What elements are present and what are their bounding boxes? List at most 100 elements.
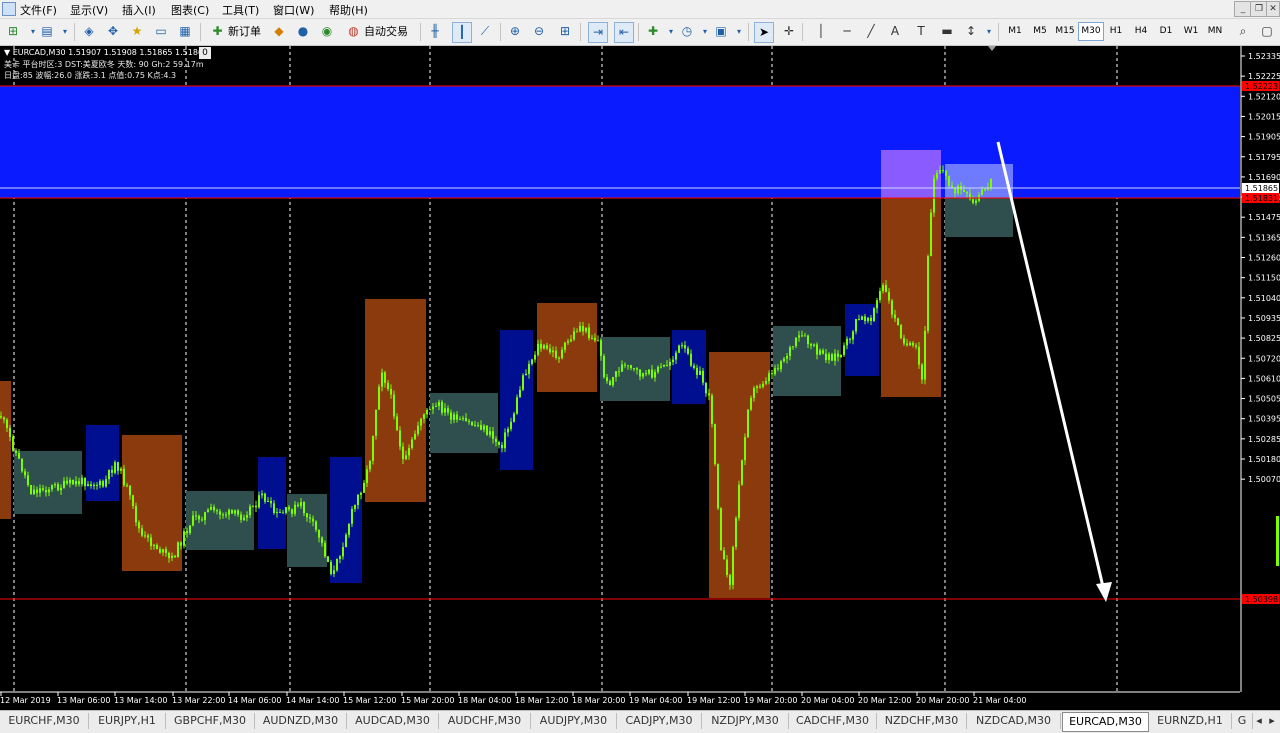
candle-body [444,408,446,413]
tab-nzdchf-m30[interactable]: NZDCHF,M30 [877,713,967,729]
new-chart-icon[interactable]: ⊞ [4,22,22,41]
tab-scroll-left-icon[interactable]: ◂ [1253,713,1265,729]
vertical-line-icon[interactable]: │ [812,22,830,41]
search-icon[interactable]: ⌕ [1234,22,1252,41]
candle-body [108,469,110,480]
dropdown-icon[interactable]: ▾ [980,22,998,41]
dropdown-icon[interactable]: ▾ [730,22,748,41]
menu-insert[interactable]: 插入(I) [122,2,156,18]
new-order-button[interactable]: ✚ 新订单 [208,22,264,41]
menu-help[interactable]: 帮助(H) [329,2,368,18]
candle-body [651,369,653,378]
rectangle-icon[interactable]: ▬ [938,22,956,41]
tab-audjpy-m30[interactable]: AUDJPY,M30 [531,713,617,729]
tab-eurjpy-h1[interactable]: EURJPY,H1 [89,713,166,729]
dropdown-icon[interactable]: ▾ [56,22,74,41]
tab-audnzd-m30[interactable]: AUDNZD,M30 [255,713,347,729]
candle-body [201,519,203,521]
zoom-out-icon[interactable]: ⊖ [530,22,548,41]
timeframe-h4[interactable]: H4 [1129,22,1153,41]
candle-body [81,477,83,485]
candle-body [282,512,284,514]
arrows-icon[interactable]: ↕ [962,22,980,41]
candle-body [324,542,326,557]
tab-audcad-m30[interactable]: AUDCAD,M30 [347,713,439,729]
cursor-icon[interactable]: ➤ [754,22,774,43]
tab-cadjpy-m30[interactable]: CADJPY,M30 [617,713,702,729]
candle-body [948,175,950,186]
chat-icon[interactable]: ▢ [1258,22,1276,41]
candle-body [414,433,416,440]
candle-body [405,455,407,460]
candlestick-icon[interactable]: ┃ [452,22,472,43]
candle-body [120,468,122,471]
periods-icon[interactable]: ◷ [678,22,696,41]
data-window-icon[interactable]: ✥ [104,22,122,41]
close-icon[interactable]: ✕ [1266,1,1280,17]
menu-charts[interactable]: 图表(C) [171,2,209,18]
navigator-icon[interactable]: ★ [128,22,146,41]
candle-body [54,484,56,486]
auto-scroll-icon[interactable]: ⇥ [588,22,608,43]
timeframe-w1[interactable]: W1 [1179,22,1203,41]
tab-eurcad-m30[interactable]: EURCAD,M30 [1062,712,1149,732]
horizontal-line-icon[interactable]: ─ [838,22,856,41]
tab-gbpchf-m30[interactable]: GBPCHF,M30 [166,713,255,729]
tab-eurnzd-h1[interactable]: EURNZD,H1 [1149,713,1232,729]
bar-chart-icon[interactable]: ╫ [426,22,444,41]
auto-trading-button[interactable]: ◍ 自动交易 [344,22,411,41]
zoom-in-icon[interactable]: ⊕ [506,22,524,41]
auto-trading-icon: ◍ [348,24,359,38]
line-chart-icon[interactable]: ⟋ [476,22,494,41]
candle-body [249,506,251,516]
price-chart[interactable]: 1.52335 1.52225 1.52120 1.52015 1.51905 1.517… [0,46,1280,710]
menu-window[interactable]: 窗口(W) [273,2,314,18]
candle-body [204,512,206,521]
menu-tools[interactable]: 工具(T) [222,2,259,18]
candle-body [756,386,758,389]
strategy-tester-icon[interactable]: ▦ [176,22,194,41]
candle-body [558,357,560,359]
candle-body [579,325,581,332]
candle-body [468,421,470,423]
tile-windows-icon[interactable]: ⊞ [556,22,574,41]
text-label-icon[interactable]: T [912,22,930,41]
x-axis-label: 19 Mar 04:00 [629,696,682,705]
candle-body [135,505,137,523]
y-axis-label: 1.52015 [1248,112,1280,121]
tab-scroll-right-icon[interactable]: ▸ [1266,713,1278,729]
trendline-icon[interactable]: ╱ [862,22,880,41]
chart-shift-icon[interactable]: ⇤ [614,22,634,43]
timeframe-m1[interactable]: M1 [1003,22,1027,41]
market-watch-icon[interactable]: ◈ [80,22,98,41]
tab-audchf-m30[interactable]: AUDCHF,M30 [439,713,531,729]
metaeditor-icon[interactable]: ◆ [270,22,288,41]
menu-view[interactable]: 显示(V) [70,2,108,18]
candle-body [24,471,26,476]
timeframe-d1[interactable]: D1 [1154,22,1178,41]
terminal-icon[interactable]: ▭ [152,22,170,41]
crosshair-icon[interactable]: ✛ [780,22,798,41]
collapse-icon[interactable]: ▼ [4,48,10,57]
timeframe-m5[interactable]: M5 [1028,22,1052,41]
tab-cadchf-m30[interactable]: CADCHF,M30 [789,713,877,729]
timeframe-mn[interactable]: MN [1203,22,1227,41]
timeframe-m15[interactable]: M15 [1053,22,1077,41]
tab-nzdcad-m30[interactable]: NZDCAD,M30 [967,713,1061,729]
market-icon[interactable]: ● [294,22,312,41]
text-tool-icon[interactable]: A [886,22,904,41]
signals-icon[interactable]: ◉ [318,22,336,41]
indicators-icon[interactable]: ✚ [644,22,662,41]
tab-more[interactable]: G [1232,713,1253,729]
candle-body [255,505,257,508]
y-axis-label: 1.51040 [1248,294,1280,303]
timeframe-m30[interactable]: M30 [1078,22,1104,41]
templates-icon[interactable]: ▣ [712,22,730,41]
profiles-icon[interactable]: ▤ [38,22,56,41]
timeframe-h1[interactable]: H1 [1104,22,1128,41]
y-axis-label: 1.51905 [1248,133,1280,142]
tab-nzdjpy-m30[interactable]: NZDJPY,M30 [702,713,789,729]
tab-eurchf-m30[interactable]: EURCHF,M30 [0,713,89,729]
candle-body [732,546,734,585]
menu-file[interactable]: 文件(F) [20,2,57,18]
